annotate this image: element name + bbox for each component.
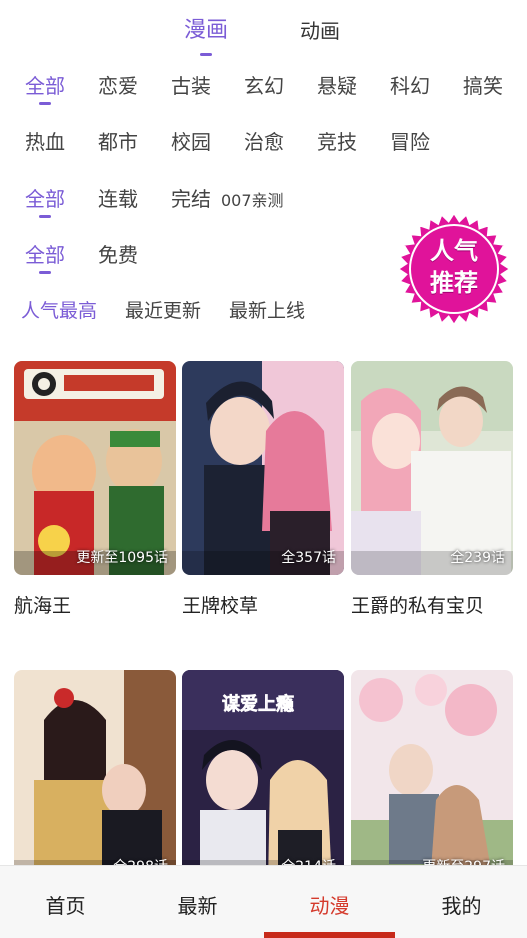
sort-popular[interactable]: 人气最高 xyxy=(21,296,97,323)
chip-active-indicator xyxy=(39,102,51,105)
comic-title[interactable]: 王爵的私有宝贝 xyxy=(351,591,484,618)
genre-sports-chip[interactable]: 竞技 xyxy=(317,126,357,155)
cover-art-addicted-love: 谋爱上瘾 xyxy=(182,670,344,884)
chip-label: 全部 xyxy=(25,74,65,98)
genre-all-chip[interactable]: 全部 xyxy=(25,70,65,105)
chip-label: 全部 xyxy=(25,243,65,267)
tab-manga[interactable]: 漫画 xyxy=(184,12,229,56)
sort-newest[interactable]: 最新上线 xyxy=(229,296,305,323)
tab-anime[interactable]: 动画 xyxy=(300,15,340,44)
svg-text:谋爱上瘾: 谋爱上瘾 xyxy=(222,693,294,715)
top-tabs: 漫画 动画 xyxy=(0,0,527,56)
comic-cover[interactable]: 更新至1095话 xyxy=(14,361,176,575)
nav-latest[interactable]: 最新 xyxy=(132,890,263,919)
tab-active-indicator xyxy=(200,53,212,56)
price-free-chip[interactable]: 免费 xyxy=(98,239,138,268)
chip-active-indicator xyxy=(39,271,51,274)
comic-cover[interactable]: 全357话 xyxy=(182,361,344,575)
genre-costume-chip[interactable]: 古装 xyxy=(171,70,211,99)
comic-cover[interactable]: 谋爱上瘾 全214话 xyxy=(182,670,344,884)
comic-card[interactable]: 全298话 xyxy=(14,670,176,884)
nav-anime[interactable]: 动漫 xyxy=(264,890,395,919)
cover-art-prince-treasure xyxy=(351,361,513,575)
genre-comedy-chip[interactable]: 搞笑 xyxy=(463,70,503,99)
genre-scifi-chip[interactable]: 科幻 xyxy=(390,70,430,99)
chip-active-indicator xyxy=(39,215,51,218)
comic-cover[interactable]: 全298话 xyxy=(14,670,176,884)
nav-mine[interactable]: 我的 xyxy=(396,890,527,919)
tab-anime-label: 动画 xyxy=(300,19,340,43)
episode-count: 全357话 xyxy=(281,550,336,566)
tab-manga-label: 漫画 xyxy=(184,18,229,43)
popular-recommend-badge[interactable]: 人气 推荐 xyxy=(396,211,512,327)
status-all-chip[interactable]: 全部 xyxy=(25,183,65,218)
genre-healing-chip[interactable]: 治愈 xyxy=(244,126,284,155)
bottom-nav: 首页 最新 动漫 我的 xyxy=(0,865,527,938)
comic-card[interactable]: 全357话 王牌校草 xyxy=(182,361,344,631)
badge-text: 人气 推荐 xyxy=(396,235,512,299)
genre-mystery-chip[interactable]: 悬疑 xyxy=(317,70,357,99)
cover-art-historical-couple xyxy=(14,670,176,884)
episode-count: 全239话 xyxy=(450,550,505,566)
comic-card[interactable]: 全239话 王爵的私有宝贝 xyxy=(351,361,513,631)
episode-count: 更新至1095话 xyxy=(76,550,168,566)
genre-filter-row-2: 热血 都市 校园 治愈 竞技 冒险 xyxy=(0,120,527,160)
status-serializing-chip[interactable]: 连载 xyxy=(98,183,138,212)
nav-active-indicator xyxy=(264,932,395,938)
genre-urban-chip[interactable]: 都市 xyxy=(98,126,138,155)
comic-title[interactable]: 航海王 xyxy=(14,591,71,618)
genre-romance-chip[interactable]: 恋爱 xyxy=(98,70,138,99)
comic-title[interactable]: 王牌校草 xyxy=(182,591,258,618)
genre-action-chip[interactable]: 热血 xyxy=(25,126,65,155)
badge-line-2: 推荐 xyxy=(430,269,478,297)
status-watermark-text: 007亲测 xyxy=(221,191,284,210)
genre-filter-row-1: 全部 恋爱 古装 玄幻 悬疑 科幻 搞笑 xyxy=(0,64,527,105)
nav-home[interactable]: 首页 xyxy=(0,890,131,919)
cover-art-one-piece xyxy=(14,361,176,575)
status-completed-chip[interactable]: 完结 xyxy=(171,183,211,212)
genre-fantasy-chip[interactable]: 玄幻 xyxy=(244,70,284,99)
comic-cover[interactable]: 全239话 xyxy=(351,361,513,575)
comic-card[interactable]: 更新至1095话 航海王 xyxy=(14,361,176,631)
comic-card[interactable]: 更新至297话 xyxy=(351,670,513,884)
price-all-chip[interactable]: 全部 xyxy=(25,239,65,274)
sort-recent-update[interactable]: 最近更新 xyxy=(125,296,201,323)
genre-adventure-chip[interactable]: 冒险 xyxy=(390,126,430,155)
comic-card[interactable]: 谋爱上瘾 全214话 xyxy=(182,670,344,884)
genre-campus-chip[interactable]: 校园 xyxy=(171,126,211,155)
comic-cover[interactable]: 更新至297话 xyxy=(351,670,513,884)
badge-line-1: 人气 xyxy=(430,237,478,265)
cover-art-blossom-couple xyxy=(351,670,513,884)
chip-label: 全部 xyxy=(25,187,65,211)
cover-art-ace-heartthrob xyxy=(182,361,344,575)
